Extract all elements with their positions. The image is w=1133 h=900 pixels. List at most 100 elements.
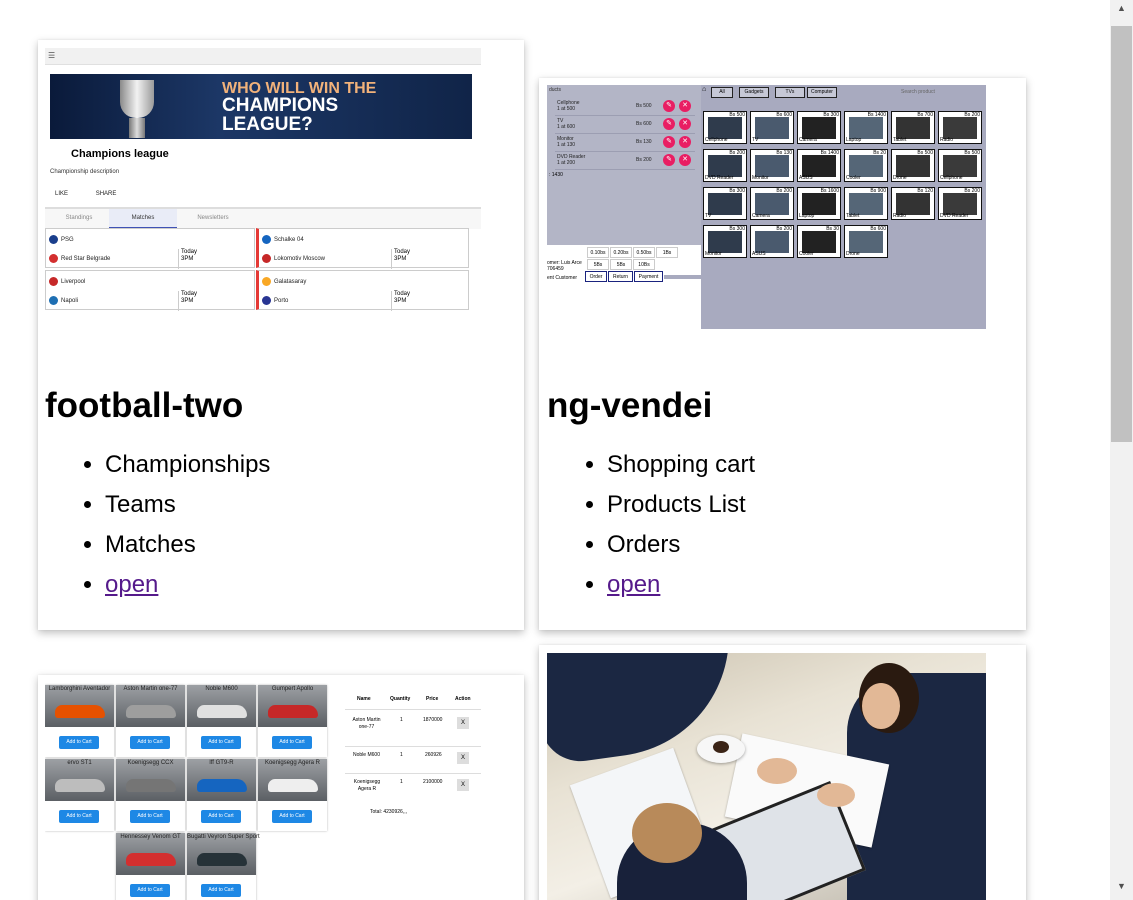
product-card[interactable]: Bs 130 Monitor <box>750 149 794 182</box>
add-to-cart-button[interactable]: Add to Cart <box>130 810 170 823</box>
trophy-icon <box>120 80 154 118</box>
car-card: lff GT9-R Add to Cart <box>187 759 256 831</box>
payment-button[interactable]: Payment <box>634 271 663 282</box>
product-price: Bs 300 <box>823 112 839 118</box>
add-to-cart-button[interactable]: Add to Cart <box>272 736 312 749</box>
project-title: football-two <box>45 386 244 425</box>
edit-icon[interactable]: ✎ <box>663 100 675 112</box>
lokomotiv-crest-icon <box>262 254 271 263</box>
scroll-down-arrow-icon[interactable]: ▼ <box>1110 878 1133 895</box>
product-name: ASUS <box>799 175 813 181</box>
car-card: Bugatti Veyron Super Sport Add to Cart <box>187 833 260 900</box>
filter-tvs[interactable]: TVs <box>775 87 805 98</box>
add-to-cart-button[interactable]: Add to Cart <box>272 810 312 823</box>
product-image <box>802 231 836 253</box>
project-thumbnail: Lamborghini Aventador Add to Cart Aston Ma… <box>45 683 481 900</box>
product-card[interactable]: Bs 200 Radio <box>938 111 982 144</box>
remove-icon[interactable]: ✕ <box>679 154 691 166</box>
product-card[interactable]: Bs 200 Camera <box>750 187 794 220</box>
product-card[interactable]: Bs 900 Tablet <box>844 187 888 220</box>
coin-button[interactable]: 1Bs <box>656 247 678 258</box>
add-to-cart-button[interactable]: Add to Cart <box>130 884 170 897</box>
open-project-link[interactable]: open <box>607 571 660 598</box>
edit-icon[interactable]: ✎ <box>663 118 675 130</box>
product-card[interactable]: Bs 200 DVD Reader <box>938 187 982 220</box>
tab-standings[interactable]: Standings <box>45 209 113 227</box>
product-card[interactable]: Bs 1400 Laptop <box>844 111 888 144</box>
product-search-input[interactable]: Search product <box>901 89 935 95</box>
match-card[interactable]: PSG Red Star Belgrade Today 3PM <box>45 228 255 269</box>
product-card[interactable]: Bs 300 Monitor <box>703 225 747 258</box>
coin-button[interactable]: 0.50bs <box>633 247 655 258</box>
car-name: Koenigsegg Agera R <box>264 760 321 766</box>
edit-icon[interactable]: ✎ <box>663 154 675 166</box>
product-card[interactable]: Bs 200 ASUS <box>750 225 794 258</box>
product-card[interactable]: Bs 300 TV <box>703 187 747 220</box>
feature-item: Matches <box>105 525 270 565</box>
product-card[interactable]: Bs 500 Cellphone <box>938 149 982 182</box>
add-to-cart-button[interactable]: Add to Cart <box>130 736 170 749</box>
payment-panel: 0.10bs 0.20bs 0.50bs 1Bs omer: Luis Arce… <box>547 245 701 285</box>
product-image <box>849 231 883 253</box>
product-card[interactable]: Bs 1600 Laptop <box>797 187 841 220</box>
share-button[interactable]: SHARE <box>96 191 117 197</box>
product-card[interactable]: Bs 500 Drone <box>891 149 935 182</box>
coin-button[interactable]: 5Bs <box>610 259 632 270</box>
order-button[interactable]: Order <box>585 271 607 282</box>
product-price: Bs 200 <box>964 188 980 194</box>
edit-icon[interactable]: ✎ <box>663 136 675 148</box>
product-card[interactable]: Bs 600 TV <box>750 111 794 144</box>
remove-icon[interactable]: ✕ <box>679 118 691 130</box>
add-to-cart-button[interactable]: Add to Cart <box>201 810 241 823</box>
coin-button[interactable]: 0.20bs <box>610 247 632 258</box>
coin-button[interactable]: 5Bs <box>587 259 609 270</box>
product-card[interactable]: Bs 700 Tablet <box>891 111 935 144</box>
filter-gadgets[interactable]: Gadgets <box>739 87 769 98</box>
psg-crest-icon <box>49 235 58 244</box>
product-card[interactable]: Bs 1400 ASUS <box>797 149 841 182</box>
product-card[interactable]: Bs 200 DVD Reader <box>703 149 747 182</box>
car-card: ervo ST1 Add to Cart <box>45 759 114 831</box>
tab-newsletters[interactable]: Newsletters <box>179 209 247 227</box>
product-card[interactable]: Bs 500 Cellphone <box>703 111 747 144</box>
remove-button[interactable]: X <box>457 717 469 729</box>
vertical-scrollbar[interactable]: ▲ ▼ <box>1110 0 1133 900</box>
return-button[interactable]: Return <box>608 271 633 282</box>
remove-button[interactable]: X <box>457 779 469 791</box>
product-image <box>943 117 977 139</box>
product-price: Bs 200 <box>964 112 980 118</box>
remove-button[interactable]: X <box>457 752 469 764</box>
remove-icon[interactable]: ✕ <box>679 100 691 112</box>
customer-id: 706459 <box>547 266 564 272</box>
like-button[interactable]: LIKE <box>55 191 68 197</box>
product-card[interactable]: Bs 20 Cooler <box>844 149 888 182</box>
product-price: Bs 600 <box>870 226 886 232</box>
home-icon[interactable]: ⌂ <box>702 86 706 93</box>
filter-computer[interactable]: Computer <box>807 87 837 98</box>
add-to-cart-button[interactable]: Add to Cart <box>59 736 99 749</box>
filter-all[interactable]: All <box>711 87 733 98</box>
match-card[interactable]: Galatasaray Porto Today 3PM <box>256 270 469 311</box>
scroll-up-arrow-icon[interactable]: ▲ <box>1110 0 1133 17</box>
product-price: Bs 1400 <box>867 112 886 118</box>
product-image <box>849 193 883 215</box>
product-card[interactable]: Bs 120 Radio <box>891 187 935 220</box>
product-image <box>708 117 742 139</box>
product-card[interactable]: Bs 600 Drone <box>844 225 888 258</box>
coin-button[interactable]: 10Bs <box>633 259 655 270</box>
add-to-cart-button[interactable]: Add to Cart <box>201 884 241 897</box>
scrollbar-thumb[interactable] <box>1111 26 1132 442</box>
project-card-football-two: ☰ WHO WILL WIN THE CHAMPIONS LEAGUE? Cha… <box>38 40 524 630</box>
open-project-link[interactable]: open <box>105 571 158 598</box>
coin-button[interactable]: 0.10bs <box>587 247 609 258</box>
product-card[interactable]: Bs 30 Cooler <box>797 225 841 258</box>
product-price: Bs 500 <box>964 150 980 156</box>
car-card: Noble M600 Add to Cart <box>187 685 256 757</box>
match-card[interactable]: Liverpool Napoli Today 3PM <box>45 270 255 311</box>
remove-icon[interactable]: ✕ <box>679 136 691 148</box>
add-to-cart-button[interactable]: Add to Cart <box>201 736 241 749</box>
tab-matches[interactable]: Matches <box>109 209 177 228</box>
product-card[interactable]: Bs 300 Camera <box>797 111 841 144</box>
add-to-cart-button[interactable]: Add to Cart <box>59 810 99 823</box>
match-card[interactable]: Schalke 04 Lokomotiv Moscow Today 3PM <box>256 228 469 269</box>
